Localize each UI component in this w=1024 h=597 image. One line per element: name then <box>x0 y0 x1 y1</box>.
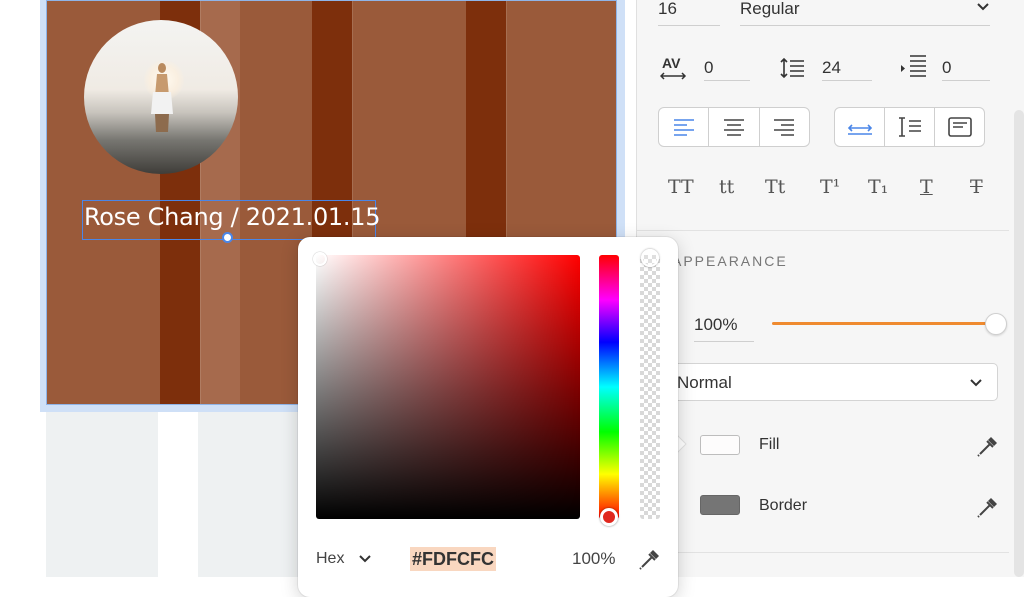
fixed-size-button[interactable] <box>935 108 984 146</box>
align-center-icon <box>723 119 744 136</box>
caption-text[interactable]: Rose Chang / 2021.01.15 <box>84 203 380 231</box>
hue-slider[interactable] <box>599 255 619 519</box>
chevron-down-icon[interactable] <box>358 554 372 564</box>
auto-height-icon <box>898 117 921 137</box>
alpha-input[interactable]: 100% <box>572 549 615 569</box>
line-height-icon <box>780 57 804 79</box>
eyedropper-icon[interactable] <box>975 433 1001 459</box>
horizontal-align-group <box>658 107 810 147</box>
auto-width-icon <box>847 124 872 135</box>
titlecase-button[interactable]: Tt <box>765 176 785 198</box>
alpha-slider[interactable] <box>640 255 660 519</box>
color-format-select[interactable]: Hex <box>316 550 344 568</box>
underline-button[interactable]: T <box>920 176 933 198</box>
section-divider <box>637 552 1009 553</box>
resize-handle[interactable] <box>222 232 233 243</box>
lowercase-button[interactable]: tt <box>719 176 734 198</box>
paragraph-spacing-icon <box>901 55 926 77</box>
inspector-panel <box>636 0 1024 577</box>
strikethrough-button[interactable]: T <box>970 176 983 198</box>
border-label: Border <box>759 497 808 514</box>
align-center-button[interactable] <box>709 108 760 146</box>
appearance-section-title: APPEARANCE <box>672 253 788 269</box>
eyedropper-icon[interactable] <box>975 494 1001 520</box>
line-height-value: 24 <box>822 58 841 77</box>
auto-height-button[interactable] <box>885 108 935 146</box>
opacity-value[interactable]: 100% <box>694 315 737 335</box>
font-size-field[interactable]: 16 <box>658 0 720 26</box>
blend-mode-value: Normal <box>677 373 732 392</box>
letter-spacing-icon: AV <box>660 55 687 80</box>
saturation-value-area[interactable] <box>316 255 580 519</box>
opacity-slider-thumb[interactable] <box>985 313 1007 335</box>
hue-slider-knob[interactable] <box>600 508 618 526</box>
border-color-swatch[interactable] <box>700 495 740 515</box>
font-weight-select[interactable]: Regular <box>740 0 990 26</box>
align-right-icon <box>774 119 795 136</box>
uppercase-button[interactable]: TT <box>668 176 694 198</box>
align-right-button[interactable] <box>760 108 809 146</box>
alpha-slider-knob[interactable] <box>641 249 659 267</box>
photo-figure <box>151 63 173 132</box>
chevron-down-icon <box>970 379 982 387</box>
fill-color-swatch[interactable] <box>700 435 740 455</box>
line-height-field[interactable]: 24 <box>822 55 872 81</box>
opacity-slider-track[interactable] <box>772 322 994 325</box>
section-divider <box>637 230 1009 231</box>
align-left-icon <box>673 119 694 136</box>
text-box-mode-group <box>834 107 985 147</box>
fill-label: Fill <box>759 436 780 453</box>
eyedropper-icon[interactable] <box>637 546 663 572</box>
align-left-button[interactable] <box>659 108 710 146</box>
superscript-button[interactable]: T¹ <box>820 176 840 198</box>
letter-spacing-field[interactable]: 0 <box>704 55 750 81</box>
auto-width-button[interactable] <box>835 108 885 146</box>
avatar-photo[interactable] <box>84 20 238 174</box>
font-size-value: 16 <box>658 0 677 18</box>
font-weight-value: Regular <box>740 0 800 18</box>
fixed-size-icon <box>947 117 972 137</box>
subscript-button[interactable]: T₁ <box>868 176 888 198</box>
letter-spacing-value: 0 <box>704 58 714 77</box>
paragraph-spacing-field[interactable]: 0 <box>942 55 990 81</box>
chevron-down-icon <box>977 3 989 11</box>
panel-scrollbar[interactable] <box>1014 110 1024 577</box>
blend-mode-select[interactable]: Normal <box>652 363 998 401</box>
saturation-picker-knob[interactable] <box>313 252 327 266</box>
paragraph-spacing-value: 0 <box>942 58 952 77</box>
svg-text:AV: AV <box>662 55 681 71</box>
hex-input[interactable]: #FDFCFC <box>410 547 496 571</box>
opacity-underline <box>694 341 754 342</box>
